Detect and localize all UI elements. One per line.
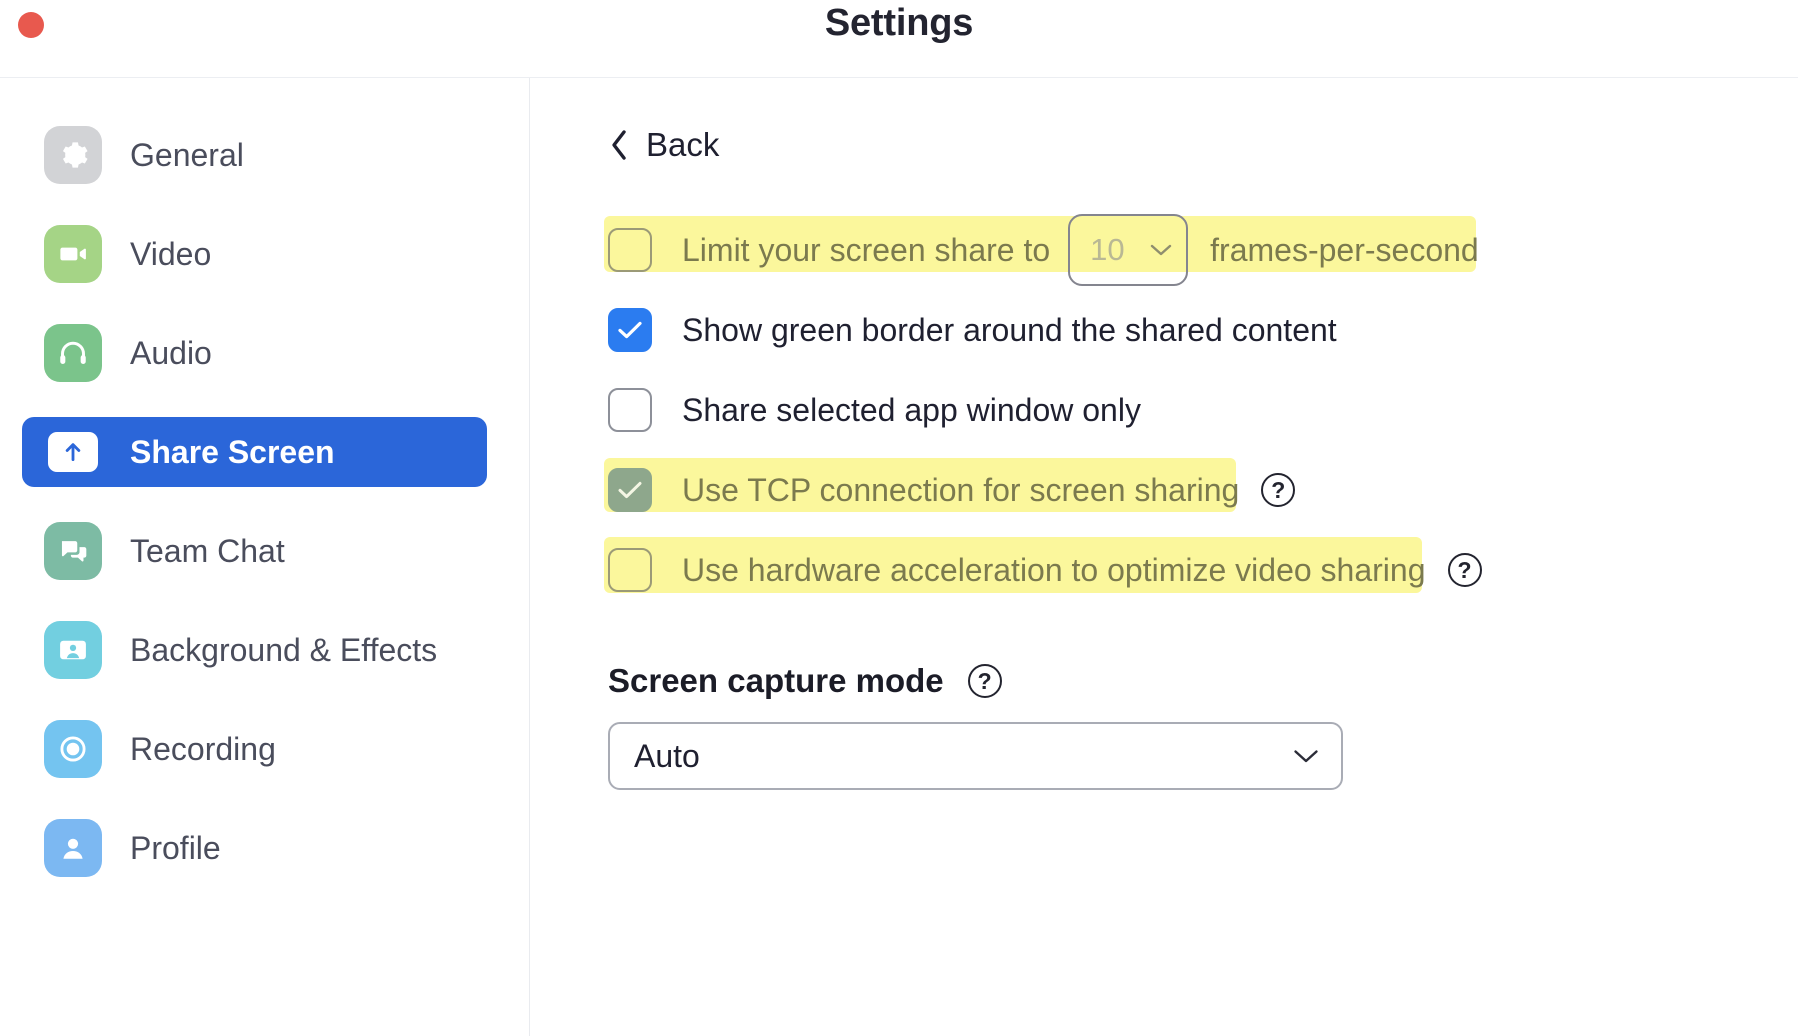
checkbox-green-border[interactable] [608, 308, 652, 352]
share-up-arrow-icon [48, 432, 98, 472]
option-label-green-border: Show green border around the shared cont… [682, 311, 1337, 348]
checkbox-tcp-connection[interactable] [608, 468, 652, 512]
sidebar-item-label: Video [130, 235, 212, 272]
chevron-left-icon [612, 130, 626, 160]
back-button[interactable]: Back [608, 126, 719, 164]
option-suffix-frames-per-second: frames-per-second [1210, 231, 1479, 268]
sidebar-item-team-chat[interactable]: Team Chat [22, 516, 487, 586]
help-icon-screen-capture-mode[interactable]: ? [967, 664, 1002, 698]
sidebar-item-general[interactable]: General [22, 120, 487, 190]
chevron-down-icon [1150, 244, 1172, 256]
sidebar-item-profile[interactable]: Profile [22, 813, 487, 883]
chat-bubbles-icon [44, 522, 102, 580]
video-icon [44, 225, 102, 283]
record-circle-icon [44, 720, 102, 778]
sidebar-item-label: General [130, 136, 244, 173]
check-icon [618, 321, 642, 339]
sidebar-item-label: Recording [130, 730, 276, 767]
person-icon [44, 819, 102, 877]
option-row-limit-fps: Limit your screen share to 10 frames-per… [604, 214, 1798, 286]
option-label-hardware-acceleration: Use hardware acceleration to optimize vi… [682, 551, 1426, 588]
headset-icon [44, 324, 102, 382]
help-icon-hardware-acceleration[interactable]: ? [1447, 553, 1482, 587]
option-label-limit-fps: Limit your screen share to [682, 231, 1051, 268]
gear-icon [44, 126, 102, 184]
sidebar-item-background-effects[interactable]: Background & Effects [22, 615, 487, 685]
sidebar-item-label: Team Chat [130, 532, 285, 569]
screen-capture-mode-select[interactable]: Auto [608, 722, 1343, 790]
checkbox-limit-fps[interactable] [608, 228, 652, 272]
sidebar-item-recording[interactable]: Recording [22, 714, 487, 784]
fps-select-value: 10 [1090, 232, 1125, 267]
option-row-tcp-connection: Use TCP connection for screen sharing ? [604, 454, 1798, 526]
sidebar-item-label: Share Screen [130, 433, 335, 470]
screen-capture-mode-title: Screen capture mode [608, 662, 944, 699]
sidebar: General Video Audio Share Screen Team Ch… [0, 78, 530, 1036]
checkbox-selected-app-only[interactable] [608, 388, 652, 432]
sidebar-item-share-screen[interactable]: Share Screen [22, 417, 487, 487]
option-label-tcp-connection: Use TCP connection for screen sharing [682, 471, 1240, 508]
screen-capture-mode-section: Screen capture mode ? Auto [608, 662, 1798, 790]
help-icon-tcp-connection[interactable]: ? [1261, 473, 1296, 507]
screen-capture-mode-value: Auto [634, 737, 700, 774]
chevron-down-icon [1294, 750, 1318, 763]
option-row-green-border: Show green border around the shared cont… [608, 294, 1798, 366]
checkbox-hardware-acceleration[interactable] [608, 548, 652, 592]
content-pane: Back Limit your screen share to 10 frame… [530, 78, 1798, 1036]
check-icon [618, 481, 642, 499]
title-bar: Settings [0, 0, 1798, 78]
option-row-hardware-acceleration: Use hardware acceleration to optimize vi… [604, 534, 1798, 606]
option-row-selected-app-only: Share selected app window only [608, 374, 1798, 446]
sidebar-item-audio[interactable]: Audio [22, 318, 487, 388]
sidebar-item-video[interactable]: Video [22, 219, 487, 289]
sidebar-item-label: Background & Effects [130, 631, 438, 668]
page-title: Settings [824, 2, 974, 44]
option-label-selected-app-only: Share selected app window only [682, 391, 1141, 428]
back-label: Back [646, 126, 720, 163]
sidebar-item-label: Profile [130, 829, 221, 866]
settings-window: Settings General Video Audio Share Scree… [0, 0, 1798, 1036]
person-card-icon [44, 621, 102, 679]
sidebar-item-label: Audio [130, 334, 212, 371]
fps-select[interactable]: 10 [1068, 214, 1189, 286]
options-list: Limit your screen share to 10 frames-per… [604, 214, 1798, 606]
